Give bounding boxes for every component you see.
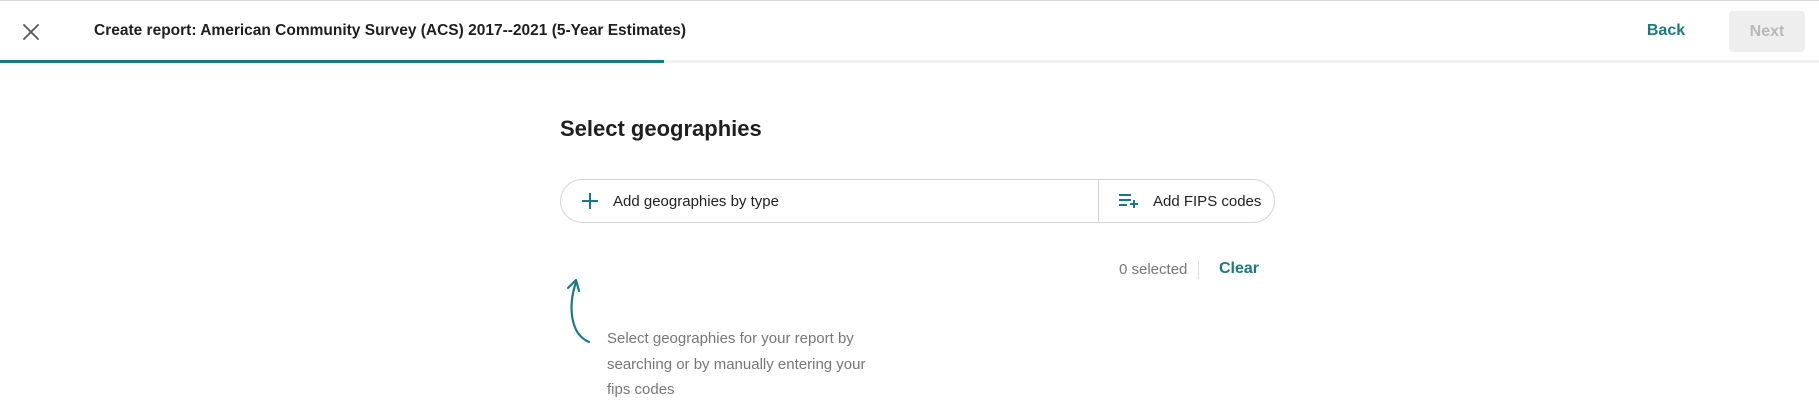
progress-fill: [0, 60, 664, 63]
hint-text: Select geographies for your report by se…: [607, 330, 866, 398]
add-fips-codes-button[interactable]: Add FIPS codes: [1099, 180, 1274, 222]
report-title: Create report: American Community Survey…: [94, 22, 687, 39]
geography-selector: Add geographies by type Add FIPS codes: [560, 179, 1275, 223]
top-bar: Create report: American Community Survey…: [0, 0, 1819, 62]
add-geographies-by-type-label: Add geographies by type: [613, 192, 779, 210]
progress-bar: [0, 60, 1819, 63]
close-icon: [23, 24, 39, 40]
add-geographies-by-type-button[interactable]: Add geographies by type: [561, 180, 1099, 222]
close-button[interactable]: [18, 19, 44, 45]
curved-arrow-icon: [566, 278, 591, 344]
back-button[interactable]: Back: [1632, 11, 1700, 51]
clear-button[interactable]: Clear: [1219, 260, 1259, 278]
add-fips-codes-label: Add FIPS codes: [1153, 192, 1262, 210]
divider: [1198, 261, 1199, 279]
plus-icon: [582, 193, 598, 209]
next-button[interactable]: Next: [1729, 11, 1805, 52]
playlist-add-icon: [1119, 194, 1138, 208]
page-title: Select geographies: [560, 116, 762, 141]
selected-count: 0 selected: [1119, 261, 1188, 278]
